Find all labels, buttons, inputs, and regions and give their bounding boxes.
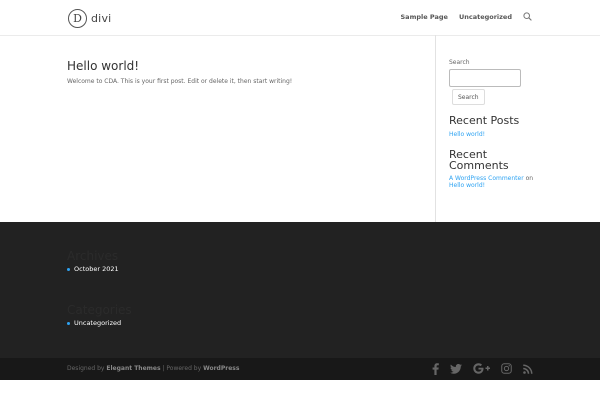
recent-comments-title: Recent Comments [449,147,509,173]
comment-author-link[interactable]: A WordPress Commenter [449,175,524,182]
elegant-themes-link[interactable]: Elegant Themes [106,365,160,372]
search-label: Search [449,59,470,66]
recent-post-link[interactable]: Hello world! [449,131,539,138]
recent-posts-title: Recent Posts [449,114,520,127]
archive-item[interactable]: October 2021 [67,265,119,273]
page-bottom-space [0,380,600,400]
site-logo[interactable]: D divi [68,8,111,28]
bullet-icon [67,267,70,271]
nav-item-sample-page[interactable]: Sample Page [401,13,448,21]
recent-comment: A WordPress Commenter on Hello world! [449,175,539,190]
archive-item-label: October 2021 [74,265,119,273]
category-item[interactable]: Uncategorized [67,319,121,327]
post-title[interactable]: Hello world! [67,59,427,73]
search-button[interactable]: Search [452,89,485,105]
footer-credits: Designed by Elegant Themes | Powered by … [67,365,239,372]
sidebar: Search Search Recent Posts Hello world! … [449,59,539,190]
nav-item-uncategorized[interactable]: Uncategorized [459,13,512,21]
rss-icon[interactable] [523,362,533,375]
post-content: Hello world! Welcome to CDA. This is you… [67,59,427,86]
comment-post-link[interactable]: Hello world! [449,182,485,189]
logo-text: divi [91,11,112,25]
facebook-icon[interactable] [432,362,439,375]
twitter-icon[interactable] [450,362,462,375]
search-icon[interactable] [523,12,532,21]
designed-by-text: Designed by [67,365,105,372]
footer-widgets: Archives October 2021 Categories Uncateg… [0,222,600,358]
wordpress-link[interactable]: WordPress [203,365,239,372]
categories-title: Categories [67,303,132,317]
sidebar-divider [435,35,436,222]
social-links [421,362,533,375]
main-area: Hello world! Welcome to CDA. This is you… [0,35,600,222]
search-input[interactable] [449,69,521,87]
bullet-icon [67,321,70,325]
site-header: D divi Sample Page Uncategorized [0,0,600,35]
category-item-label: Uncategorized [74,319,122,327]
post-excerpt: Welcome to CDA. This is your first post.… [67,78,293,85]
powered-by-text: | Powered by [160,365,204,372]
archives-title: Archives [67,249,119,263]
logo-mark: D [68,8,87,28]
comment-on-text: on [525,174,534,182]
instagram-icon[interactable] [501,362,512,375]
main-nav: Sample Page Uncategorized [390,12,533,21]
bottom-bar: Designed by Elegant Themes | Powered by … [0,358,600,380]
google-plus-icon[interactable] [473,362,490,375]
